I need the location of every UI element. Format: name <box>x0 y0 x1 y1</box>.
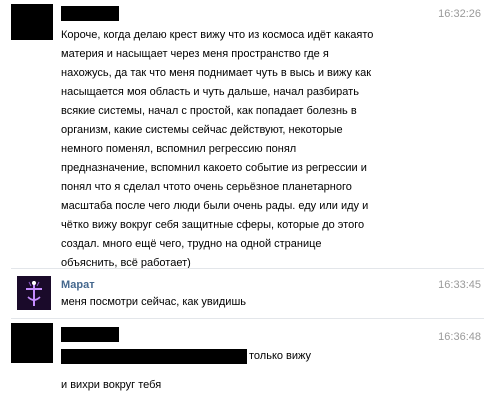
message-divider <box>11 318 484 319</box>
message-line: организм, какие системы сейчас действуют… <box>61 124 343 136</box>
author-name-redacted[interactable] <box>61 6 119 21</box>
message-line: создал. много ещё чего, трудно на одной … <box>61 238 322 250</box>
message-line: масштаба после чего люди были очень рады… <box>61 200 369 212</box>
avatar-redacted[interactable] <box>11 323 53 363</box>
message-line: немного поменял, вспомнил регрессию поня… <box>61 143 297 155</box>
avatar-redacted[interactable] <box>11 4 53 40</box>
cross-symbol-icon <box>17 276 51 310</box>
message-line: материя и насыщает через меня пространст… <box>61 48 329 60</box>
message-text: Короче, когда делаю крест вижу что из ко… <box>61 26 373 273</box>
message-line: предназначение, вспомнил какоето событие… <box>61 162 367 174</box>
message-line: насыщается моя область и чуть дальше, на… <box>61 86 359 98</box>
message-text: меня посмотри сейчас, как увидишь <box>61 296 247 308</box>
message-time: 16:33:45 <box>438 279 481 291</box>
message-time: 16:36:48 <box>438 331 481 343</box>
message-text: и вихри вокруг тебя <box>61 379 162 391</box>
message-line: понял что я сделал чтото очень серьёзное… <box>61 181 352 193</box>
message-text: только вижу <box>249 350 312 362</box>
message-line: чётко вижу вокруг себя защитные сферы, к… <box>61 219 365 231</box>
author-name[interactable]: Марат <box>61 279 95 291</box>
message-line: Короче, когда делаю крест вижу что из ко… <box>61 29 374 41</box>
author-name-redacted[interactable] <box>61 327 119 342</box>
avatar-marat[interactable] <box>17 276 51 310</box>
message-time: 16:32:26 <box>438 8 481 20</box>
message-line: объяснить, всё работает) <box>61 257 191 269</box>
message-divider <box>11 268 484 269</box>
message-line: нахожусь, да так что меня поднимает чуть… <box>61 67 372 79</box>
text-redacted <box>61 349 247 364</box>
message-line: всякие системы, начал с простой, как поп… <box>61 105 357 117</box>
